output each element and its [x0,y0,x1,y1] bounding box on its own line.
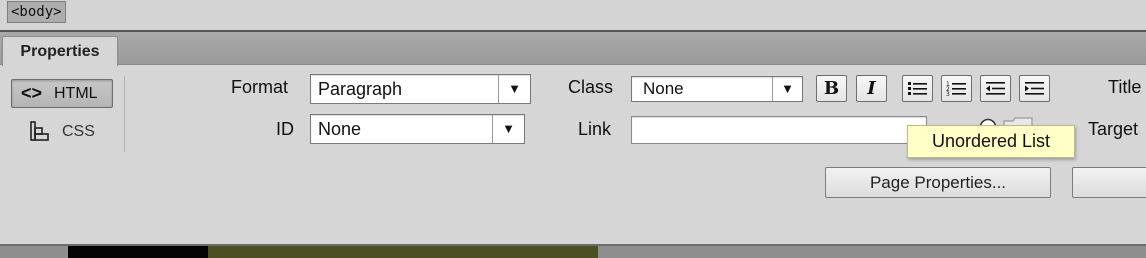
class-select[interactable]: None ▼ [631,76,803,102]
panel-tab-bar [0,32,1146,65]
tooltip-unordered-list: Unordered List [907,125,1075,158]
italic-icon: I [867,77,876,99]
id-select[interactable]: None ▼ [310,114,525,144]
title-label: Title [1108,77,1142,97]
list-item-button[interactable] [1072,167,1146,198]
ordered-list-button[interactable]: 1 2 3 [941,75,972,102]
css-mode-button[interactable]: CSS [26,118,106,145]
tag-selector-body[interactable]: <body> [7,1,66,23]
svg-text:3: 3 [946,91,950,97]
tag-selector-bar [0,0,1146,30]
unordered-list-icon [908,82,927,95]
class-select-value: None [643,79,684,98]
target-label: Target [1088,119,1139,139]
ordered-list-icon: 1 2 3 [946,81,966,97]
html-mode-label: HTML [54,85,98,102]
format-select[interactable]: Paragraph ▼ [310,74,531,104]
format-select-value: Paragraph [318,79,403,99]
link-label: Link [578,119,612,139]
css-grid-icon [30,121,49,141]
italic-button[interactable]: I [856,75,887,102]
unordered-list-button[interactable] [902,75,933,102]
chevron-down-icon: ▼ [772,77,802,101]
page-properties-button[interactable]: Page Properties... [825,167,1051,198]
html-mode-button[interactable]: <> HTML [11,79,113,108]
bold-icon: B [823,77,840,99]
class-label: Class [568,77,614,97]
css-mode-label: CSS [62,123,95,140]
id-label: ID [276,119,294,139]
outdent-icon [986,82,1005,95]
chevron-down-icon: ▼ [492,115,524,143]
indent-icon [1025,82,1044,95]
bold-button[interactable]: B [816,75,847,102]
document-area-block [208,246,598,258]
document-area-block [68,246,208,258]
tab-properties[interactable]: Properties [2,36,118,66]
mode-divider [124,76,125,152]
indent-button[interactable] [1019,75,1050,102]
id-select-value: None [318,119,362,139]
code-brackets-icon: <> [21,83,43,103]
chevron-down-icon: ▼ [498,75,530,103]
outdent-button[interactable] [980,75,1011,102]
link-input[interactable] [631,116,927,144]
format-label: Format [231,77,289,97]
